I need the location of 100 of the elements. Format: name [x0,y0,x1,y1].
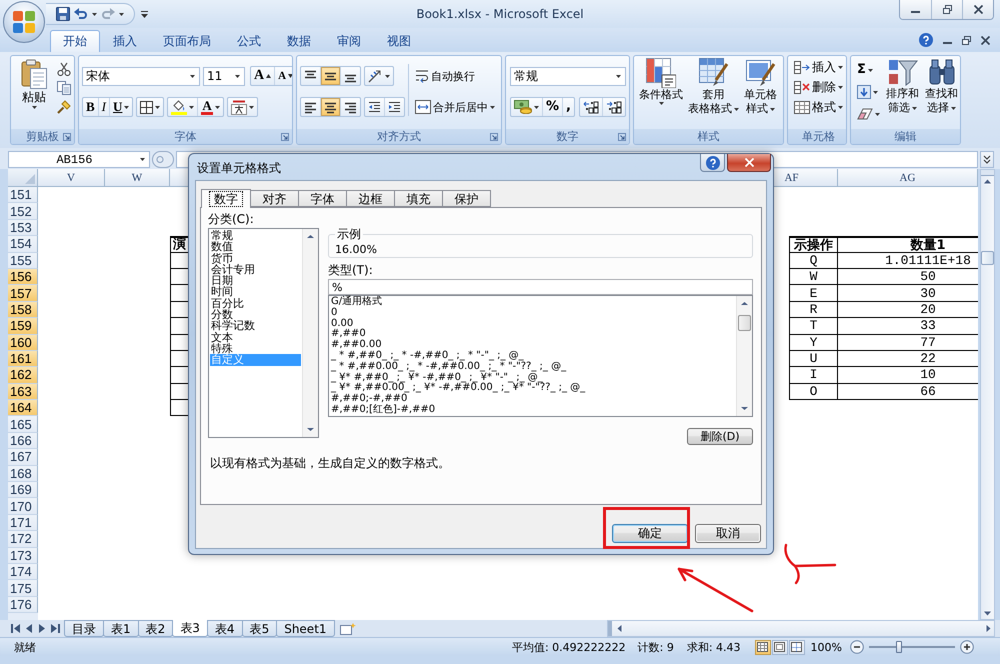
percent-button[interactable]: % [542,98,562,116]
customize-icon[interactable] [141,10,148,18]
dialog-launcher-icon[interactable] [63,132,71,140]
orientation-button[interactable] [364,66,394,86]
conditional-formatting-button[interactable]: 条件格式 [637,58,685,129]
dialog-tab[interactable]: 填充 [394,190,443,207]
next-sheet-icon[interactable] [37,624,47,633]
column-header[interactable]: W [105,169,170,186]
row-header[interactable]: 163 [8,384,38,400]
delete-cells-button[interactable]: 删除 [792,77,845,97]
row-header[interactable]: 172 [8,531,38,548]
sheet-tab[interactable]: 表5 [242,620,278,637]
sheet-tab[interactable]: 表3 [172,620,208,637]
format-as-table-button[interactable]: 套用 表格格式 [686,58,741,129]
cancel-button[interactable]: 取消 [695,524,761,543]
row-header[interactable]: 153 [8,220,38,236]
column-header[interactable]: V [38,169,105,186]
row-header[interactable]: 157 [8,285,38,302]
row-header[interactable]: 158 [8,302,38,318]
format-item[interactable]: 0.00 [330,318,735,330]
cell-styles-button[interactable]: 单元格 样式 [742,58,779,129]
paste-button[interactable]: 粘贴 [17,59,51,129]
row-header[interactable]: 159 [8,318,38,335]
previous-sheet-icon[interactable] [24,624,34,633]
scissors-icon[interactable] [57,62,71,76]
category-item[interactable]: 时间 [210,286,301,298]
format-item[interactable]: _ * #,##0.00_ ;_ * -#,##0.00_ ;_ * "-"??_ ;_ @_ [330,362,735,373]
format-item[interactable]: #,##0;[红色]-#,##0 [330,404,735,416]
format-item[interactable]: _ ¥* #,##0.00_ ;_ ¥* -#,##0.00_ ;_ ¥* "-"??_ ;_ @_ [330,383,735,394]
accounting-format-button[interactable] [511,98,542,116]
page-layout-button[interactable] [772,640,788,654]
sheet-tab[interactable]: 目录 [64,620,104,637]
row-header[interactable]: 174 [8,564,38,580]
row-header[interactable]: 161 [8,350,38,368]
format-item[interactable]: #,##0.00 [330,340,735,351]
dialog-tab[interactable]: 边框 [346,190,395,207]
type-input-field[interactable]: % [328,279,753,295]
category-item[interactable]: 百分比 [210,298,301,310]
category-item[interactable]: 常规 [210,230,301,242]
close-button[interactable] [962,0,993,19]
ribbon-tab[interactable]: 审阅 [324,30,374,52]
row-header[interactable]: 167 [8,449,38,466]
row-header[interactable]: 169 [8,482,38,498]
column-header[interactable]: AG [838,169,978,186]
insert-sheet-icon[interactable] [340,622,356,634]
category-item[interactable]: 货币 [210,252,301,264]
restore-button[interactable] [931,0,962,19]
row-header[interactable]: 168 [8,466,38,482]
category-item[interactable]: 科学记数 [210,320,301,332]
wrap-text-button[interactable]: 自动换行 [413,66,497,86]
category-item[interactable]: 文本 [210,332,301,343]
delete-button[interactable]: 删除(D) [687,428,753,445]
normal-view-button[interactable] [754,640,771,654]
ok-button[interactable]: 确定 [612,524,688,543]
sheet-tab[interactable]: 表1 [103,620,139,637]
row-header[interactable]: 170 [8,498,38,515]
row-header[interactable]: 154 [8,236,38,253]
row-header[interactable]: 164 [8,400,38,416]
row-header[interactable]: 173 [8,548,38,564]
sheet-tab[interactable]: 表4 [206,620,243,637]
italic-button[interactable]: I [98,98,110,116]
expand-formula-button[interactable] [980,151,994,168]
autosum-button[interactable]: Σ [855,60,875,80]
minimize-button[interactable] [900,0,931,19]
ribbon-tab[interactable]: 数据 [274,30,324,52]
close-button[interactable] [727,154,771,172]
row-header[interactable]: 166 [8,432,38,450]
fill-button[interactable] [855,82,880,102]
dialog-launcher-icon[interactable] [281,132,289,140]
comma-button[interactable]: , [562,98,574,116]
row-header[interactable]: 171 [8,514,38,532]
row-header[interactable]: 175 [8,580,38,597]
font-color-button[interactable]: A [197,98,223,116]
dialog-tab[interactable]: 数字 [201,189,251,208]
row-header[interactable]: 156 [8,268,38,286]
font-name-field[interactable]: 宋体 [82,66,200,86]
row-header[interactable]: 151 [8,187,38,204]
insert-cells-button[interactable]: 插入 [792,57,845,77]
last-sheet-icon[interactable] [50,624,60,633]
sheet-tab[interactable]: Sheet1 [276,620,335,637]
zoom-slider-thumb[interactable] [896,641,902,653]
format-item[interactable]: #,##0;-#,##0 [330,394,735,405]
category-item[interactable]: 特殊 [210,342,301,354]
dialog-tab[interactable]: 保护 [442,190,491,207]
ribbon-tab[interactable]: 页面布局 [150,30,224,52]
zoom-out-icon[interactable] [850,640,864,654]
format-item[interactable]: #,##0 [330,329,735,340]
page-break-button[interactable] [788,640,805,654]
scrollbar-thumb[interactable] [738,315,751,331]
help-icon[interactable] [919,33,933,47]
dialog-launcher-icon[interactable] [618,132,626,140]
bold-button[interactable]: B [83,98,98,116]
middle-align-button[interactable] [320,67,340,85]
row-header[interactable]: 165 [8,416,38,433]
save-icon[interactable] [56,7,70,21]
ribbon-tab[interactable]: 视图 [374,30,424,52]
format-item[interactable]: G/通用格式 [330,297,735,308]
category-item[interactable]: 数值 [210,241,301,253]
zoom-in-icon[interactable] [960,640,974,654]
sort-filter-button[interactable]: 排序和 筛选 [884,57,921,129]
